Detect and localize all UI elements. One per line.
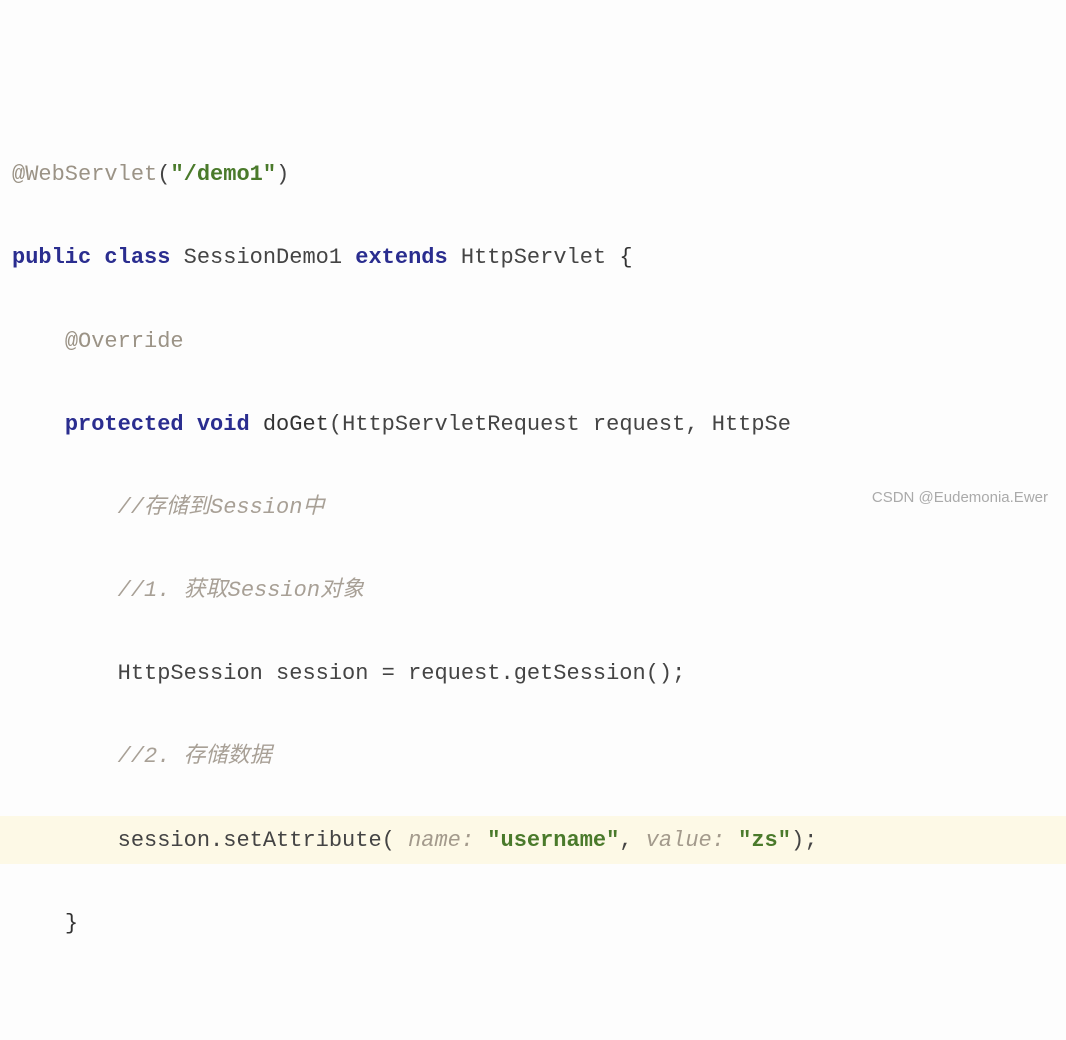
keyword-void: void [197, 407, 250, 442]
string-url: "/demo1" [170, 157, 276, 192]
paren-open: ( [157, 157, 170, 192]
hint-value: value: [633, 823, 739, 858]
call-end: ); [791, 823, 817, 858]
annotation-override: @Override [65, 324, 184, 359]
keyword-extends: extends [355, 240, 447, 275]
hint-name: name: [395, 823, 487, 858]
keyword-class: class [104, 240, 170, 275]
method-doget: doGet [263, 407, 329, 442]
watermark: CSDN @Eudemonia.Ewer [872, 486, 1048, 510]
classname: SessionDemo1 [184, 240, 342, 275]
code-line-7: HttpSession session = request.getSession… [12, 650, 1054, 698]
call-setattribute: session.setAttribute( [118, 823, 395, 858]
code-line-8: //2. 存储数据 [12, 733, 1054, 781]
keyword-public: public [12, 240, 91, 275]
keyword-protected: protected [65, 407, 184, 442]
arg-username: "username" [487, 823, 619, 858]
method-params: (HttpServletRequest request, HttpSe [329, 407, 791, 442]
stmt-get-session: HttpSession session = request.getSession… [118, 656, 686, 691]
comment-store-data: //2. 存储数据 [118, 739, 272, 774]
annotation-webservlet: @WebServlet [12, 157, 157, 192]
code-line-1: @WebServlet("/demo1") [12, 151, 1054, 199]
code-line-3: @Override [12, 317, 1054, 365]
code-line-2: public class SessionDemo1 extends HttpSe… [12, 234, 1054, 282]
arg-zs: "zs" [738, 823, 791, 858]
code-line-9: session.setAttribute( name: "username", … [0, 816, 1066, 864]
comment-get-session: //1. 获取Session对象 [118, 573, 364, 608]
paren-close: ) [276, 157, 289, 192]
code-line-6: //1. 获取Session对象 [12, 567, 1054, 615]
brace-open: { [619, 240, 632, 275]
supertype: HttpServlet [461, 240, 606, 275]
code-line-4: protected void doGet(HttpServletRequest … [12, 400, 1054, 448]
code-line-10: } [12, 899, 1054, 947]
brace-close: } [65, 906, 78, 941]
comma: , [619, 823, 632, 858]
